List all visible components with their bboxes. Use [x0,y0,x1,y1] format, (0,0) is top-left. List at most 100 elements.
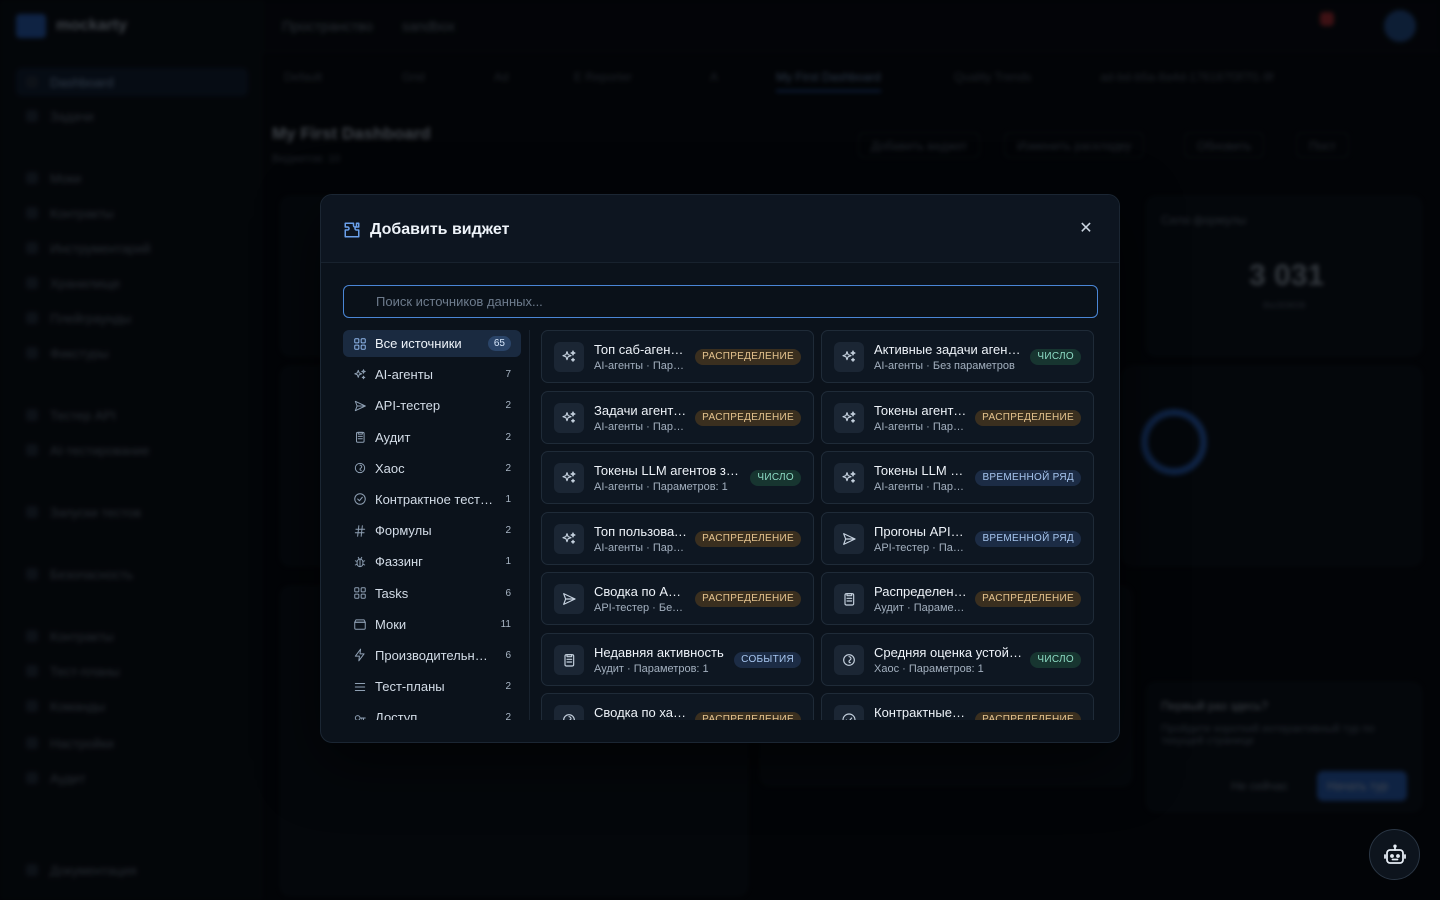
category-count: 1 [505,493,511,505]
category-label: Тест-планы [375,679,445,695]
widget-title: Недавняя активность [594,644,724,660]
category-count: 6 [505,649,511,661]
widget-grid: РАСПРЕДЕЛЕНИЕ Топ саб-агентов AI-агенты · … [541,330,1096,720]
category-count: 65 [487,336,511,351]
assistant-bot-button[interactable] [1369,829,1420,880]
clipboard-icon [844,593,855,606]
chaos-icon [834,644,864,675]
category-item[interactable]: API-тестер 2 [343,392,521,419]
bug-icon [353,555,367,569]
grid-icon [354,587,366,599]
widget-title: Сводка по API-тестам [594,584,687,599]
widget-source-card[interactable]: РАСПРЕДЕЛЕНИЕСводка по хаосуХаос · Парам… [541,693,814,720]
widget-type-badge: СОБЫТИЯ [734,651,801,668]
widget-type-badge: ВРЕМЕННОЙ РЯД [975,470,1081,486]
widget-subtitle: AI-агенты · Параметров: 1 [594,420,687,433]
widget-source-card[interactable]: РАСПРЕДЕЛЕНИЕ Задачи агентов AI-агенты · П… [541,390,814,444]
widget-source-card[interactable]: РАСПРЕДЕЛЕНИЕ Распределение аудита Аудит ·… [821,572,1094,625]
widget-type-badge: ЧИСЛО [1030,349,1081,365]
send-icon [354,400,366,412]
widget-source-card[interactable]: РАСПРЕДЕЛЕНИЕКонтрактные тестыКонтрактно… [821,693,1094,720]
category-item[interactable]: Тест-планы 2 [343,673,521,700]
category-item[interactable]: AI-агенты 7 [343,361,521,388]
sparkles-icon [562,471,576,483]
sparkles-icon [562,531,576,544]
zap-icon [354,649,365,662]
search-field[interactable] [343,285,1098,318]
category-count: 7 [505,369,511,381]
category-label: Все источники [375,336,462,351]
widget-source-card[interactable]: ВРЕМЕННОЙ РЯД Прогоны API-тестов API-тесте… [821,511,1094,565]
category-item[interactable]: Фаззинг 1 [343,548,521,575]
check-circle-icon [354,493,366,506]
widget-source-card[interactable]: ЧИСЛО Активные задачи агентов AI-агенты · … [821,330,1094,383]
widget-source-card[interactable]: РАСПРЕДЕЛЕНИЕ Токены агентов AI-агенты · П… [821,390,1094,444]
check-circle-icon [353,492,367,506]
category-item[interactable]: Доступ 2 [343,704,521,720]
widget-title: Токены LLM агентов [874,463,967,478]
chaos-icon [843,653,855,666]
widget-subtitle: AI-агенты · Параметров: 1 [594,541,687,554]
bot-icon [1383,844,1406,864]
category-label: API-тестер [375,398,441,414]
widget-type-badge: РАСПРЕДЕЛЕНИЕ [975,712,1081,720]
sparkles-icon [562,350,576,362]
category-count: 1 [505,556,511,568]
sparkles-icon [834,402,864,433]
category-item[interactable]: Все источники 65 [343,330,521,357]
category-label: AI-агенты [375,367,434,383]
sparkles-icon [353,368,367,382]
widget-type-badge: РАСПРЕДЕЛЕНИЕ [695,409,801,426]
category-item[interactable]: Производительность 6 [343,642,521,669]
widget-source-card[interactable]: РАСПРЕДЕЛЕНИЕ Сводка по API-тестам API-тес… [541,572,814,625]
category-label: Производительность [375,647,493,663]
widget-source-card[interactable]: РАСПРЕДЕЛЕНИЕ Топ саб-агентов AI-агенты · … [541,330,814,383]
chaos-icon [563,714,575,720]
widget-type-badge: ЧИСЛО [1030,651,1081,668]
category-item[interactable]: Моки 11 [343,611,521,638]
box-icon [353,617,367,631]
modal-header: Добавить виджет ✕ [321,195,1119,263]
clipboard-icon [353,430,367,444]
widget-subtitle: AI-агенты · Параметров: 1 [874,420,967,433]
widget-source-card[interactable]: РАСПРЕДЕЛЕНИЕ Топ пользователей AI-агенты … [541,511,814,565]
widget-title: Контрактные тесты [874,705,967,720]
sparkles-icon [554,523,584,554]
category-label: Хаос [375,460,405,476]
category-list: Все источники 65 AI-агенты 7 API-тестер 2 Ауди… [343,330,521,720]
sparkles-icon [834,342,864,372]
category-label: Tasks [375,585,409,601]
search-input[interactable] [344,286,1097,317]
widget-source-card[interactable]: ВРЕМЕННОЙ РЯД Токены LLM агентов AI-агенты… [821,451,1094,504]
check-circle-icon [842,713,856,720]
widget-source-card[interactable]: СОБЫТИЯ Недавняя активность Аудит · Параме… [541,632,814,686]
sparkles-icon [554,463,584,493]
category-item[interactable]: Tasks 6 [343,580,521,607]
close-button[interactable]: ✕ [1079,221,1093,237]
category-item[interactable]: Хаос 2 [343,455,521,482]
widget-subtitle: Аудит · Параметров: 1 [594,662,709,675]
category-item[interactable]: Контрактное тестирование 1 [343,486,521,513]
hash-icon [354,524,366,537]
send-icon [834,523,864,554]
category-item[interactable]: Формулы 2 [343,517,521,544]
send-icon [353,399,367,413]
category-count: 2 [505,462,511,474]
widget-type-badge: РАСПРЕДЕЛЕНИЕ [695,530,801,547]
widget-title: Задачи агентов [594,402,687,418]
list-icon [353,680,367,694]
clipboard-icon [564,653,575,667]
widget-source-card[interactable]: ЧИСЛО Токены LLM агентов за период AI-аген… [541,451,814,504]
category-label: Аудит [375,429,411,445]
category-item[interactable]: Аудит 2 [343,424,521,451]
sparkles-icon [354,368,366,379]
modal-title: Добавить виджет [370,221,510,238]
widget-subtitle: AI-агенты · Параметров: 1 [874,481,967,493]
widget-type-badge: РАСПРЕДЕЛЕНИЕ [695,712,801,720]
puzzle-icon [344,222,360,238]
sparkles-icon [562,410,576,423]
widget-subtitle: AI-агенты · Параметров: 1 [594,481,728,493]
widget-source-card[interactable]: ЧИСЛО Средняя оценка устойчивости Хаос · П… [821,632,1094,686]
grid-icon [353,337,367,351]
category-count: 2 [505,525,511,537]
